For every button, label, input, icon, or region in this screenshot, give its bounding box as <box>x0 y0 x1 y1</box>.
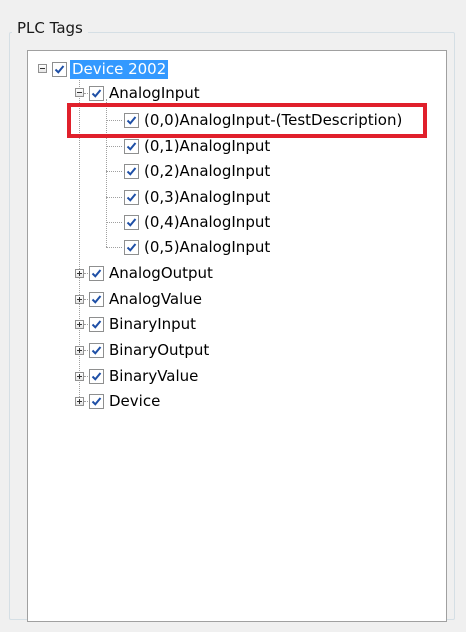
analoginput-0-1-label: (0,1)AnalogInput <box>144 136 271 155</box>
analogoutput-label: AnalogOutput <box>109 263 213 282</box>
expand-analogvalue-toggle[interactable] <box>75 295 84 304</box>
analoginput-0-1-checkbox[interactable] <box>124 138 139 154</box>
check-icon <box>91 371 102 381</box>
tree-node-analogoutput[interactable]: AnalogOutput <box>89 262 215 284</box>
analoginput-0-3-label: (0,3)AnalogInput <box>144 187 271 206</box>
tree-line <box>106 222 122 223</box>
tree-node-analoginput-0-1[interactable]: (0,1)AnalogInput <box>124 135 272 157</box>
binaryinput-checkbox[interactable] <box>89 316 104 332</box>
binaryoutput-checkbox[interactable] <box>89 342 104 358</box>
analoginput-0-3-checkbox[interactable] <box>124 189 139 205</box>
device-checkbox[interactable] <box>89 393 104 409</box>
device-2002-checkbox[interactable] <box>52 61 67 77</box>
tree-node-device-2002[interactable]: Device 2002 <box>52 58 169 80</box>
check-icon <box>91 294 102 304</box>
check-icon <box>126 242 137 252</box>
tree-node-binaryoutput[interactable]: BinaryOutput <box>89 339 211 361</box>
expand-binaryvalue-toggle[interactable] <box>75 372 84 381</box>
device-label: Device <box>109 391 161 410</box>
expand-binaryoutput-toggle[interactable] <box>75 346 84 355</box>
tree-node-analoginput-0-5[interactable]: (0,5)AnalogInput <box>124 236 272 258</box>
expand-binaryinput-toggle[interactable] <box>75 320 84 329</box>
analoginput-0-5-checkbox[interactable] <box>124 239 139 255</box>
tree-line <box>106 171 122 172</box>
analoginput-0-2-checkbox[interactable] <box>124 163 139 179</box>
device-2002-label: Device 2002 <box>70 59 169 79</box>
tree-line <box>106 146 122 147</box>
analoginput-0-2-label: (0,2)AnalogInput <box>144 161 271 180</box>
tree-node-analoginput-0-3[interactable]: (0,3)AnalogInput <box>124 186 272 208</box>
highlight-annotation <box>67 103 427 138</box>
expand-device-toggle[interactable] <box>75 397 84 406</box>
check-icon <box>54 64 65 74</box>
tree-node-analoginput[interactable]: AnalogInput <box>89 82 202 104</box>
tree-node-analoginput-0-4[interactable]: (0,4)AnalogInput <box>124 211 272 233</box>
tree-line <box>106 197 122 198</box>
tree-node-device[interactable]: Device <box>89 390 162 412</box>
check-icon <box>126 166 137 176</box>
analogoutput-checkbox[interactable] <box>89 265 104 281</box>
analoginput-0-4-label: (0,4)AnalogInput <box>144 212 271 231</box>
tree-node-analogvalue[interactable]: AnalogValue <box>89 288 204 310</box>
check-icon <box>126 217 137 227</box>
tree-line <box>79 273 80 403</box>
check-icon <box>126 141 137 151</box>
collapse-root-toggle[interactable] <box>38 64 47 73</box>
expand-analogoutput-toggle[interactable] <box>75 269 84 278</box>
analoginput-0-4-checkbox[interactable] <box>124 214 139 230</box>
check-icon <box>91 268 102 278</box>
tree-node-analoginput-0-2[interactable]: (0,2)AnalogInput <box>124 160 272 182</box>
check-icon <box>91 396 102 406</box>
analogvalue-label: AnalogValue <box>109 289 203 308</box>
binaryvalue-checkbox[interactable] <box>89 368 104 384</box>
tree-node-binaryinput[interactable]: BinaryInput <box>89 313 198 335</box>
check-icon <box>91 88 102 98</box>
analoginput-label: AnalogInput <box>109 83 200 102</box>
tree-line <box>106 247 122 248</box>
analoginput-checkbox[interactable] <box>89 85 104 101</box>
binaryinput-label: BinaryInput <box>109 314 197 333</box>
group-title: PLC Tags <box>12 18 88 38</box>
binaryoutput-label: BinaryOutput <box>109 340 210 359</box>
analoginput-0-5-label: (0,5)AnalogInput <box>144 237 271 256</box>
binaryvalue-label: BinaryValue <box>109 366 199 385</box>
check-icon <box>126 192 137 202</box>
collapse-analoginput-toggle[interactable] <box>75 88 84 97</box>
analogvalue-checkbox[interactable] <box>89 291 104 307</box>
tree-node-binaryvalue[interactable]: BinaryValue <box>89 365 200 387</box>
check-icon <box>91 319 102 329</box>
check-icon <box>91 345 102 355</box>
